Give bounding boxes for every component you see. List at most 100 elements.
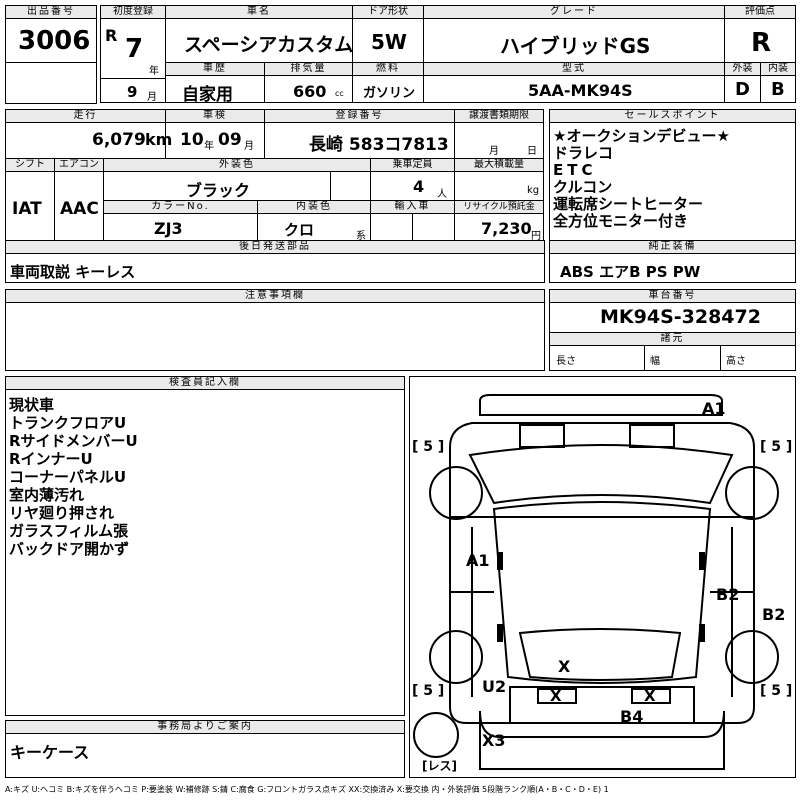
mark-b2-quarter: B2 <box>762 605 786 624</box>
history-header: 車歴 <box>166 63 264 76</box>
aircon-value: AAC <box>60 199 99 219</box>
spec-length-label: 長さ <box>556 356 576 367</box>
history-box: 車歴 自家用 <box>165 62 265 105</box>
door-type: 5W <box>371 30 407 54</box>
score-box: 評価点 R <box>724 5 796 63</box>
registration-box: 登録番号 長崎 583コ7813 <box>264 109 455 159</box>
color-no-header: カラーNo. <box>104 201 257 214</box>
shift-box: シフト IAT <box>5 158 55 241</box>
mileage-value: 6,079 <box>92 130 146 150</box>
damage-legend: A:キズ U:ヘコミ B:キズを伴うヘコミ P:要塗装 W:補修跡 S:錆 C:… <box>5 785 609 794</box>
inspector-note: 室内薄汚れ <box>9 486 85 504</box>
chassis-box: 車台番号 MK94S-328472 諸元 長さ 幅 高さ <box>549 289 796 371</box>
capacity-box: 乗車定員 4 人 <box>370 158 455 201</box>
inspector-note: RサイドメンバーU <box>9 432 138 450</box>
model-type-header: 型式 <box>424 63 724 76</box>
mark-b2-rear-door: B2 <box>716 585 740 604</box>
capacity-unit: 人 <box>437 189 447 200</box>
tire-rear-right: [ 5 ] <box>760 683 793 699</box>
spec-divider-2 <box>720 346 721 371</box>
model-type-box: 型式 5AA-MK94S <box>423 62 725 103</box>
lot-header: 出品番号 <box>6 6 96 19</box>
fuel-box: 燃料 ガソリン <box>352 62 424 103</box>
inspector-note: コーナーパネルU <box>9 468 127 486</box>
mileage-box: 走行 6,079 km <box>5 109 172 159</box>
inspector-notes: 現状車 トランクフロアU RサイドメンバーU RインナーU コーナーパネルU 室… <box>9 396 138 558</box>
first-reg-box: 初度登録 R 7 年 9 月 <box>100 5 166 103</box>
office-header: 事務局よりご案内 <box>6 721 404 734</box>
int-color-header: 内装色 <box>258 201 370 214</box>
inspector-note: リヤ廻り押され <box>9 504 115 522</box>
sales-points-list: ★オークションデビュー★ ドラレコ ETC クルコン 運転席シートヒーター 全方… <box>553 128 730 230</box>
sales-point: 運転席シートヒーター <box>553 195 704 213</box>
aircon-header: エアコン <box>55 159 103 172</box>
max-load-unit: kg <box>527 185 540 196</box>
car-outline <box>413 394 779 770</box>
door-box: ドア形状 5W <box>352 5 424 63</box>
later-parts-header: 後日発送部品 <box>6 241 544 254</box>
later-parts-box: 後日発送部品 車両取説 キーレス <box>5 240 545 283</box>
reg-month-unit: 月 <box>147 92 157 103</box>
sales-point: 全方位モニター付き <box>553 212 689 230</box>
mark-a1-front: A1 <box>702 399 726 418</box>
inspector-note: ガラスフィルム張 <box>9 522 129 540</box>
inspector-header: 検査員記入欄 <box>6 377 404 390</box>
car-diagram: [ 5 ] [ 5 ] [ 5 ] [ 5 ] [レス] A1 A1 B2 B2… <box>409 376 796 778</box>
spec-height-label: 高さ <box>726 356 746 367</box>
displacement-value: 660 <box>293 82 327 101</box>
tire-front-right: [ 5 ] <box>760 439 793 455</box>
grade-value: ハイブリッドGS <box>500 34 651 58</box>
shift-header: シフト <box>6 159 54 172</box>
transfer-day-unit: 日 <box>527 146 537 157</box>
int-color-box: 内装色 クロ 系 <box>257 200 371 242</box>
exterior-score: D <box>735 79 750 100</box>
inspection-month: 09 <box>218 130 242 150</box>
import-box: 輸入車 <box>370 200 455 241</box>
car-name: スペーシアカスタム <box>184 34 354 56</box>
chassis-number: MK94S-328472 <box>600 306 761 328</box>
later-parts-value: 車両取説 キーレス <box>10 263 136 281</box>
history-value: 自家用 <box>182 85 233 105</box>
ext-color-box: 外装色 ブラック <box>103 158 371 201</box>
inspection-header: 車検 <box>166 110 264 123</box>
inspection-month-unit: 月 <box>244 141 254 152</box>
ext-color-divider <box>330 172 331 201</box>
recycle-value: 7,230 <box>481 219 532 238</box>
lot-box: 出品番号 3006 <box>5 5 97 63</box>
sales-point: ★オークションデビュー★ <box>553 127 730 145</box>
transfer-box: 譲渡書類期限 月 日 <box>454 109 544 159</box>
mark-x3-lower: X3 <box>482 731 506 750</box>
ext-color-header: 外装色 <box>104 159 370 172</box>
office-note: キーケース <box>10 743 90 762</box>
car-name-box: 車名 スペーシアカスタム <box>165 5 353 63</box>
tire-front-left: [ 5 ] <box>412 439 445 455</box>
inspection-box: 車検 10 年 09 月 <box>165 109 265 159</box>
recycle-header: リサイクル預託金 <box>455 201 543 214</box>
office-box: 事務局よりご案内 キーケース <box>5 720 405 778</box>
reg-year-unit: 年 <box>149 66 159 77</box>
grade-header: グレード <box>424 6 724 19</box>
interior-box: 内装 B <box>760 62 796 103</box>
sales-points-box: セールスポイント ★オークションデビュー★ ドラレコ ETC クルコン 運転席シ… <box>549 109 796 241</box>
mark-x-rear-glass: X <box>558 657 571 676</box>
registration-value: 長崎 583コ7813 <box>309 135 449 155</box>
inspector-note: バックドア開かず <box>9 540 130 558</box>
interior-score: B <box>771 79 785 100</box>
tire-rear-left: [ 5 ] <box>412 683 445 699</box>
color-no-box: カラーNo. ZJ3 <box>103 200 258 241</box>
mark-u2-rear: U2 <box>482 677 507 696</box>
sales-point: ETC <box>553 161 597 179</box>
displacement-box: 排気量 660 cc <box>264 62 353 103</box>
caution-box: 注意事項欄 <box>5 289 545 371</box>
first-reg-divider <box>101 78 165 79</box>
mark-x-rear-right-light: X <box>644 687 656 705</box>
caution-header: 注意事項欄 <box>6 290 544 303</box>
capacity-header: 乗車定員 <box>371 159 454 172</box>
fuel-header: 燃料 <box>353 63 423 76</box>
reg-era: R <box>105 26 118 45</box>
interior-header: 内装 <box>761 63 795 76</box>
spare-tire-label: [レス] <box>422 759 457 773</box>
sales-point: ドラレコ <box>553 144 614 162</box>
sales-points-header: セールスポイント <box>550 110 795 123</box>
inspection-year: 10 <box>180 130 204 150</box>
